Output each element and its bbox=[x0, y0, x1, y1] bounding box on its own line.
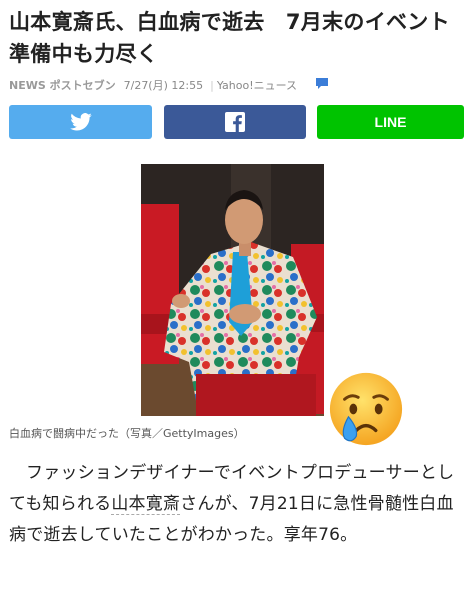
share-facebook-button[interactable] bbox=[164, 105, 306, 139]
article-headline: 山本寛斎氏、白血病で逝去 7月末のイベント準備中も力尽く bbox=[9, 10, 450, 66]
publisher-name: Yahoo!ニュース bbox=[216, 79, 298, 92]
twitter-bird-icon bbox=[69, 113, 92, 131]
crying-face-emoji bbox=[329, 372, 403, 446]
article-body: ファッションデザイナーでイベントプロデューサーとしても知られる山本寛斎さんが、7… bbox=[9, 458, 467, 551]
meta-separator: | bbox=[210, 78, 214, 92]
keyword-link[interactable]: 山本寛斎 bbox=[111, 494, 181, 515]
article-meta: NEWS ポストセブン 7/27(月) 12:55 | Yahoo!ニュース bbox=[9, 77, 328, 93]
photo-caption: 白血病で闘病中だった（写真／GettyImages） bbox=[9, 427, 245, 440]
source-name[interactable]: NEWS ポストセブン bbox=[9, 77, 116, 93]
share-twitter-button[interactable] bbox=[9, 105, 152, 139]
article-photo[interactable] bbox=[141, 164, 324, 416]
line-label: LINE bbox=[374, 114, 407, 130]
man-in-colorful-suit-photo bbox=[141, 164, 324, 416]
facebook-f-icon bbox=[225, 112, 245, 132]
share-line-button[interactable]: LINE bbox=[317, 105, 464, 139]
publish-date: 7/27(月) 12:55 bbox=[123, 79, 204, 92]
speech-bubble-icon[interactable] bbox=[315, 76, 329, 90]
